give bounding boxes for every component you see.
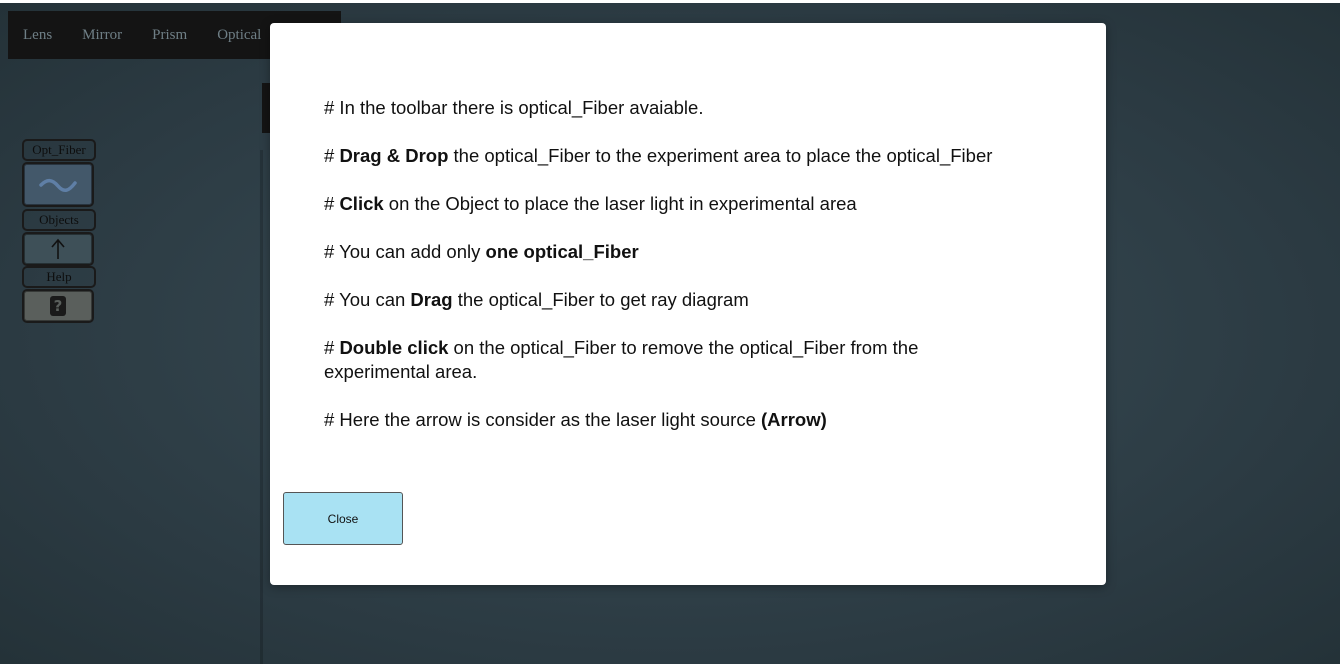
opt-fiber-label: Opt_Fiber [22, 139, 96, 161]
nav-item-mirror[interactable]: Mirror [67, 27, 137, 44]
help-line-6: # Double click on the optical_Fiber to r… [324, 337, 919, 382]
close-button[interactable]: Close [283, 492, 403, 545]
objects-label: Objects [22, 209, 96, 231]
help-label: Help [22, 266, 96, 288]
help-modal: # In the toolbar there is optical_Fiber … [270, 23, 1106, 585]
help-line-3: # Click on the Object to place the laser… [324, 193, 857, 214]
experiment-area-edge [260, 150, 263, 664]
help-line-7: # Here the arrow is consider as the lase… [324, 409, 827, 430]
objects-arrow-button[interactable] [22, 232, 94, 266]
nav-item-lens[interactable]: Lens [8, 27, 67, 44]
help-line-1: # In the toolbar there is optical_Fiber … [324, 97, 704, 118]
opt-fiber-button[interactable] [22, 162, 94, 207]
arrow-up-icon [51, 238, 65, 259]
nav-item-optical[interactable]: Optical [202, 27, 276, 44]
help-line-4: # You can add only one optical_Fiber [324, 241, 639, 262]
top-border [0, 0, 1340, 3]
help-button[interactable]: ? [22, 289, 94, 323]
fiber-wave-icon [39, 178, 77, 192]
question-mark-icon: ? [50, 296, 66, 316]
nav-item-prism[interactable]: Prism [137, 27, 202, 44]
help-line-2: # Drag & Drop the optical_Fiber to the e… [324, 145, 993, 166]
help-line-5: # You can Drag the optical_Fiber to get … [324, 289, 749, 310]
